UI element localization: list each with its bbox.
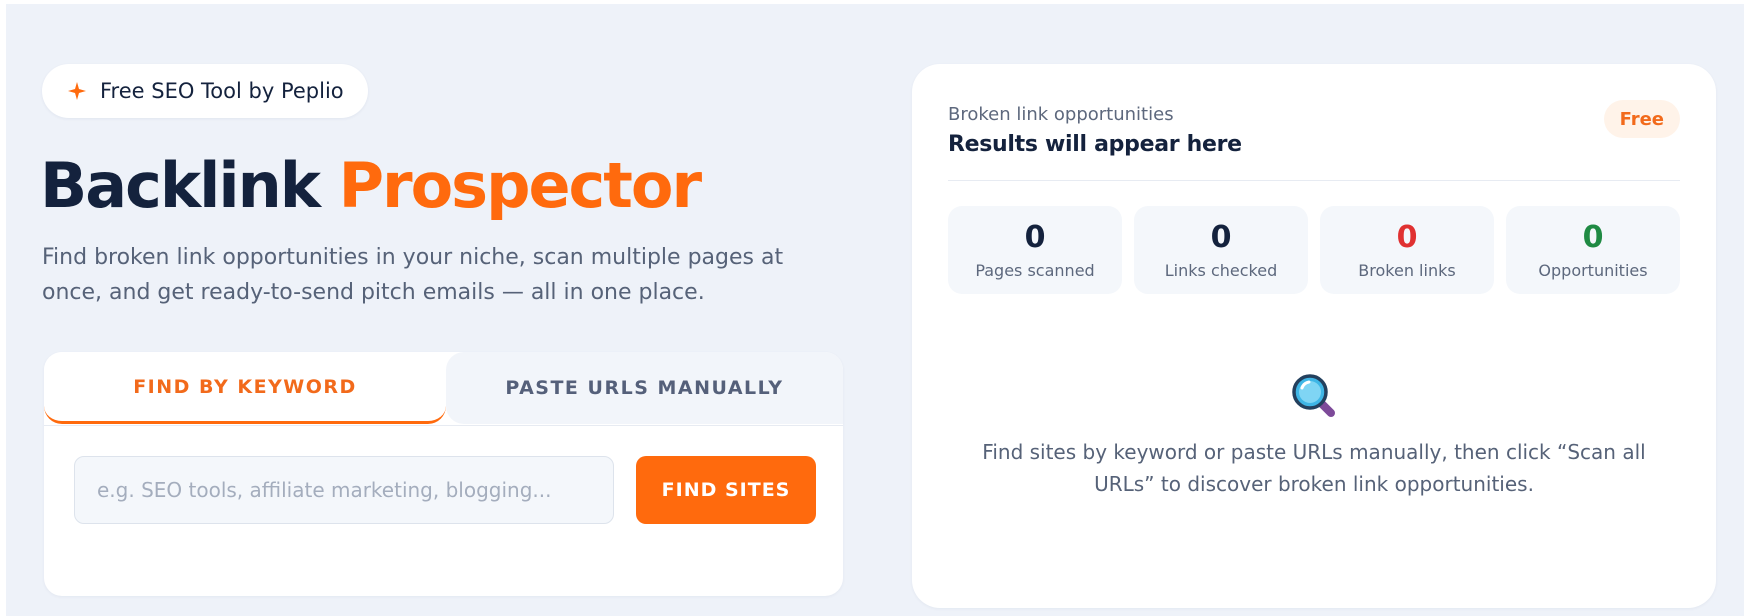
tab-paste-urls-manually[interactable]: PASTE URLS MANUALLY <box>446 352 843 424</box>
page-title-accent: Prospector <box>338 149 703 222</box>
stat-value: 0 <box>1024 219 1046 255</box>
stat-value: 0 <box>1210 219 1232 255</box>
page: Free SEO Tool by Peplio Backlink Prospec… <box>6 4 1744 616</box>
stat-pages-scanned: 0 Pages scanned <box>948 206 1122 294</box>
tool-badge: Free SEO Tool by Peplio <box>42 64 368 118</box>
stat-label: Opportunities <box>1538 260 1648 280</box>
stat-label: Broken links <box>1358 260 1456 280</box>
free-badge: Free <box>1603 100 1680 138</box>
stat-value: 0 <box>1396 219 1418 255</box>
find-sites-button[interactable]: FIND SITES <box>636 456 816 524</box>
empty-state-message: Find sites by keyword or paste URLs manu… <box>982 440 1646 496</box>
stat-broken-links: 0 Broken links <box>1320 206 1494 294</box>
search-mode-tabs: FIND BY KEYWORD PASTE URLS MANUALLY <box>44 352 843 426</box>
results-divider <box>948 180 1680 181</box>
stat-opportunities: 0 Opportunities <box>1506 206 1680 294</box>
results-panel: Broken link opportunities Results will a… <box>912 64 1716 608</box>
stat-links-checked: 0 Links checked <box>1134 206 1308 294</box>
page-subtitle: Find broken link opportunities in your n… <box>42 245 784 305</box>
page-title: Backlink Prospector <box>40 146 703 226</box>
stat-label: Links checked <box>1164 260 1278 280</box>
results-title: Results will appear here <box>948 132 1242 157</box>
tab-find-by-keyword[interactable]: FIND BY KEYWORD <box>44 352 446 424</box>
tool-badge-label: Free SEO Tool by Peplio <box>100 79 344 103</box>
page-title-primary: Backlink <box>40 149 321 222</box>
sparkle-icon <box>68 82 86 100</box>
stat-value: 0 <box>1582 219 1604 255</box>
stat-label: Pages scanned <box>975 260 1095 280</box>
results-label: Broken link opportunities <box>948 104 1174 125</box>
stats-row: 0 Pages scanned 0 Links checked 0 Broken… <box>948 206 1680 294</box>
magnifier-icon <box>1292 374 1335 417</box>
search-form-card: FIND BY KEYWORD PASTE URLS MANUALLY FIND… <box>44 352 843 596</box>
keyword-input[interactable] <box>74 456 614 524</box>
